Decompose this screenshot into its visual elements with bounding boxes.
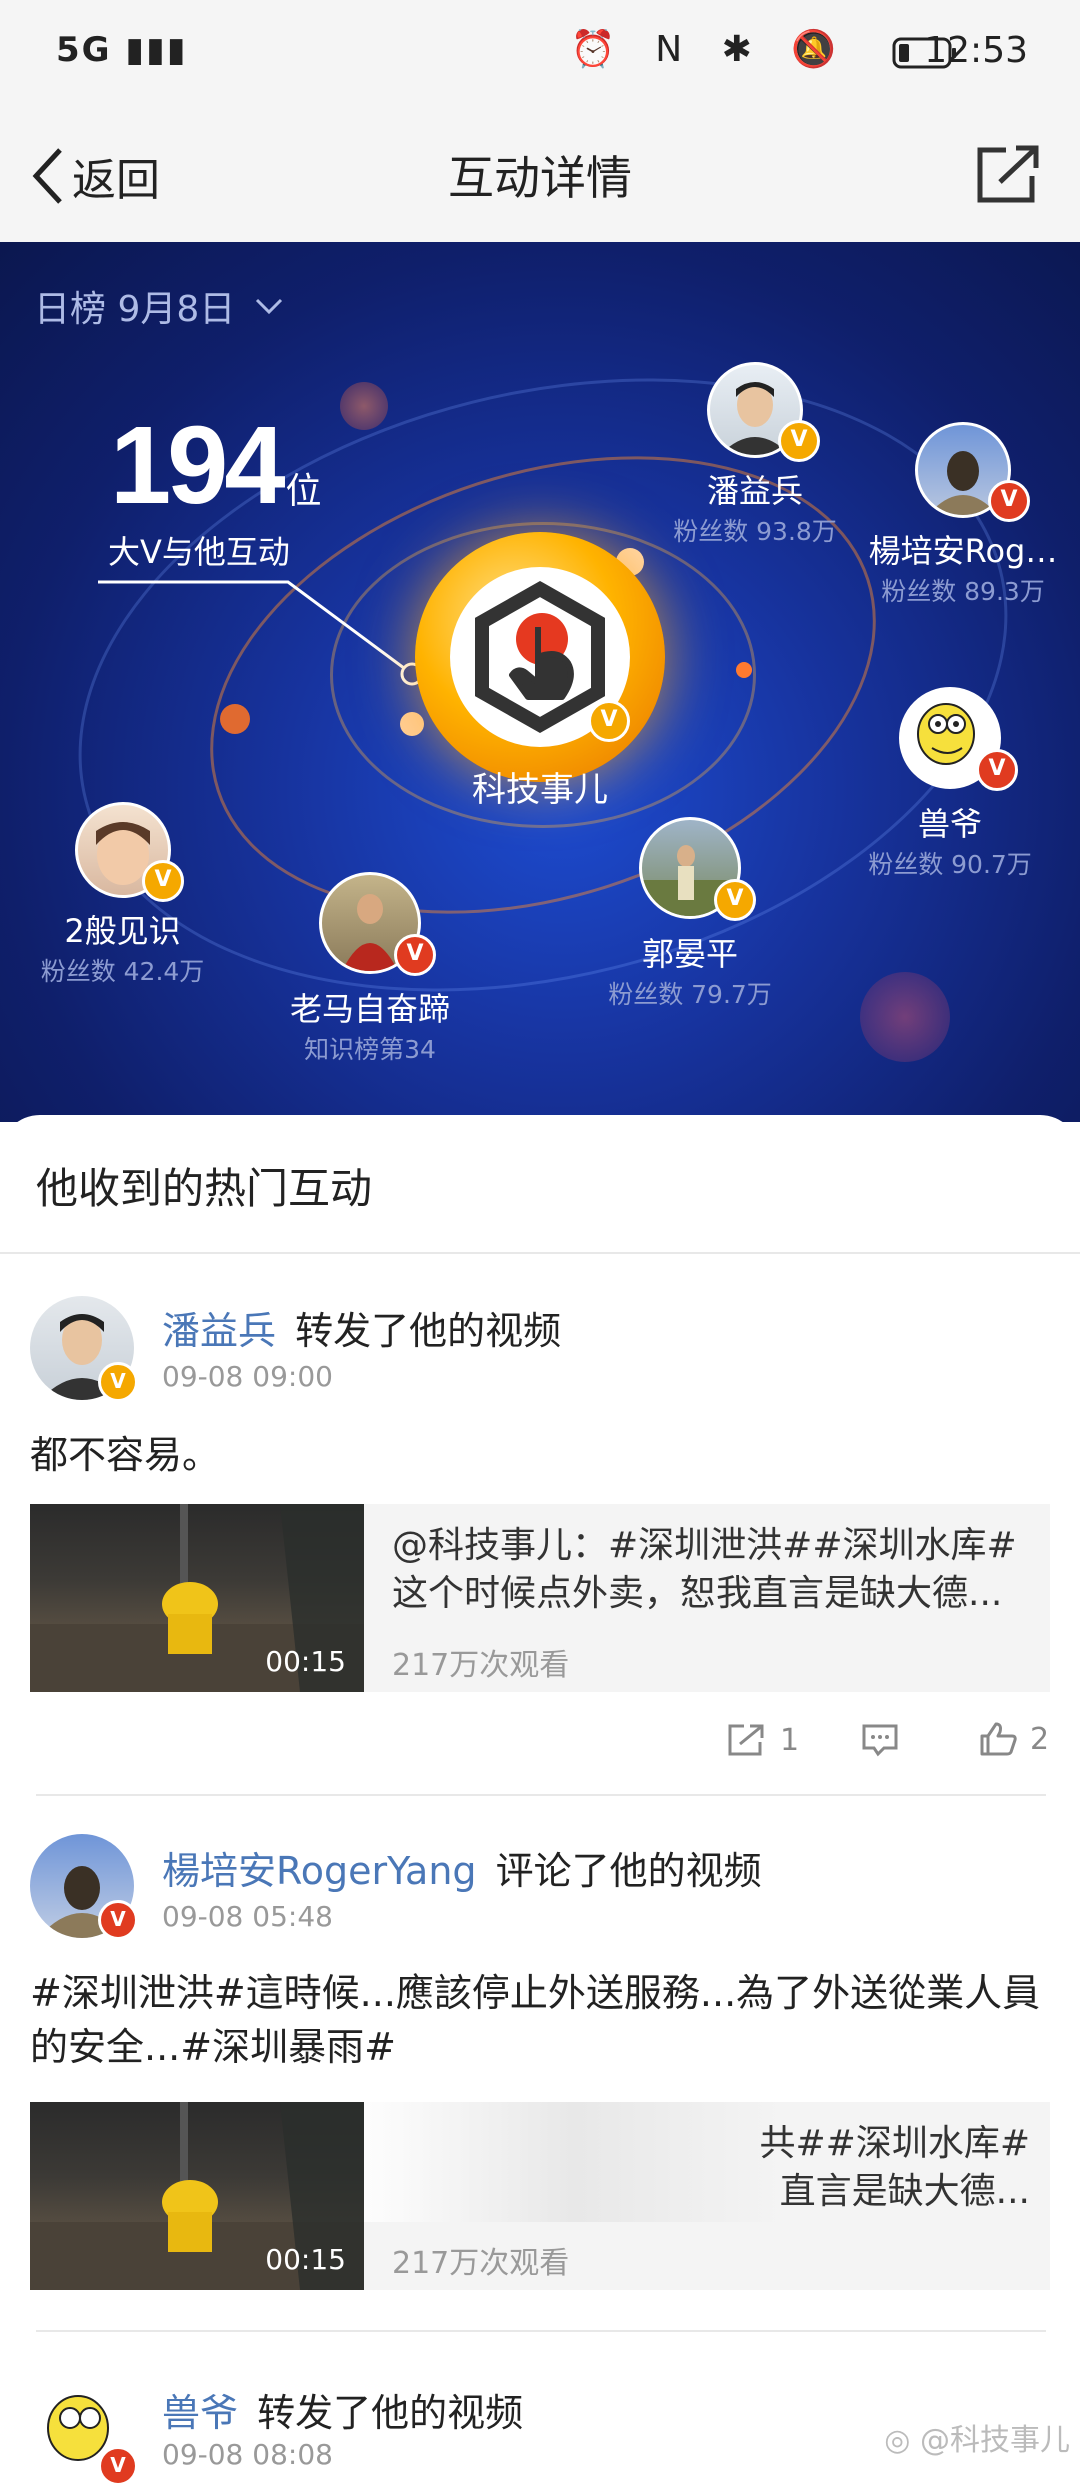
video-thumbnail: 00:15 (30, 2102, 364, 2290)
ranked-user-yangpeian[interactable]: V 楊培安Rog… 粉丝数 89.3万 (860, 422, 1066, 608)
feed-item-avatar[interactable]: V (30, 1834, 138, 1940)
feed-item-header: 兽爷 转发了他的视频 (162, 2382, 523, 2437)
interaction-count-caption: 大V与他互动 (108, 533, 290, 571)
chevron-down-icon (256, 298, 283, 315)
feed-user-name[interactable]: 兽爷 (162, 2391, 238, 2435)
ranked-user-fans: 粉丝数 79.7万 (608, 980, 772, 1009)
feed-item-avatar[interactable]: V (30, 1296, 138, 1402)
divider (36, 2330, 1046, 2332)
center-account-name: 科技事儿 (472, 770, 608, 810)
video-card[interactable]: 00:15 @科技事儿：#深圳泄洪##深圳水库#这个时候点外卖，恕我直言是缺大德… (30, 1504, 1050, 1692)
divider (36, 1794, 1046, 1796)
comment-button[interactable] (860, 1722, 900, 1758)
feed-text[interactable]: 都不容易。 (30, 1428, 1050, 1482)
ranked-user-fans: 粉丝数 42.4万 (40, 957, 205, 986)
verified-badge-icon: V (714, 879, 756, 921)
feed-action: 转发了他的视频 (295, 1309, 562, 1353)
share-button[interactable] (976, 144, 1042, 208)
feed-item-header: 潘益兵 转发了他的视频 (162, 1300, 561, 1355)
divider (0, 1252, 1080, 1254)
repost-button[interactable]: 1 (726, 1722, 799, 1758)
verified-badge-icon: V (778, 420, 820, 462)
share-icon (977, 145, 1039, 203)
ranked-user-2banjianshi[interactable]: V 2般见识 粉丝数 42.4万 (30, 802, 215, 988)
ranked-user-guoyanping[interactable]: V 郭晏平 粉丝数 79.7万 (590, 817, 790, 1011)
feed-user-name[interactable]: 楊培安RogerYang (162, 1849, 477, 1893)
planet-decor (340, 382, 388, 430)
like-count: 2 (1030, 1721, 1050, 1757)
verified-badge-icon: V (976, 749, 1018, 791)
planet-decor (736, 662, 752, 678)
video-card[interactable]: 00:15 共##深圳水库# 直言是缺大德... 217万次观看 (30, 2102, 1050, 2290)
weibo-logo-icon: ◎ (884, 2423, 911, 2458)
verified-badge-icon: V (98, 2446, 138, 2486)
ranked-user-shouye[interactable]: V 兽爷 粉丝数 90.7万 (860, 687, 1040, 881)
ranked-user-fans: 粉丝数 93.8万 (673, 517, 837, 546)
ranked-user-panyibing[interactable]: V 潘益兵 粉丝数 93.8万 (660, 362, 850, 548)
feed-time: 09-08 09:00 (162, 1360, 333, 1393)
verified-badge-icon: V (98, 1900, 138, 1940)
comment-icon (862, 1724, 898, 1757)
ranked-user-name: 兽爷 (917, 805, 982, 843)
video-views: 217万次观看 (392, 1648, 570, 1683)
clock: 12:53 (924, 30, 1028, 71)
planet-decor (400, 712, 424, 736)
feed-time: 09-08 05:48 (162, 1900, 333, 1933)
ranked-user-name: 郭晏平 (641, 935, 738, 973)
ranked-user-name: 潘益兵 (706, 472, 803, 510)
ranked-user-rank: 知识榜第34 (304, 1035, 436, 1064)
status-icons: ⏰ N ✱ 🔕 (570, 29, 850, 70)
video-duration: 00:15 (265, 1645, 346, 1678)
interaction-ranking-hero: 日榜 9月8日 194 位 大V与他互动 V 科技事儿 V 潘益兵 粉丝数 93.… (0, 242, 1080, 1122)
nav-bar: 返回 互动详情 (0, 110, 1080, 242)
planet-decor (220, 704, 250, 734)
pointer-line (98, 580, 424, 686)
feed-time: 09-08 08:08 (162, 2438, 333, 2471)
thumbs-up-icon (980, 1722, 1017, 1756)
watermark: ◎ @科技事儿 (884, 2415, 1070, 2459)
video-title: 共##深圳水库# 直言是缺大德... (759, 2123, 1031, 2212)
ranked-user-name: 楊培安Rog… (868, 532, 1058, 570)
signal-indicator: 5G ▮▮▮ (56, 30, 188, 70)
feed-user-name[interactable]: 潘益兵 (162, 1309, 276, 1353)
ranked-user-name: 老马自奋蹄 (289, 990, 450, 1028)
verified-badge-icon: V (588, 700, 630, 742)
repost-count: 1 (780, 1722, 800, 1758)
verified-badge-icon: V (98, 1362, 138, 1402)
feed-item-header: 楊培安RogerYang 评论了他的视频 (162, 1840, 762, 1895)
planet-decor (860, 972, 950, 1062)
verified-badge-icon: V (988, 480, 1030, 522)
ranked-user-fans: 粉丝数 89.3万 (881, 577, 1045, 606)
repost-icon (728, 1724, 764, 1756)
rank-date-label: 日榜 9月8日 (34, 289, 236, 330)
feed-action: 评论了他的视频 (495, 1849, 762, 1893)
like-button[interactable]: 2 (978, 1720, 1049, 1758)
status-bar: 5G ▮▮▮ ⏰ N ✱ 🔕 12:53 (0, 0, 1080, 110)
video-title: @科技事儿：#深圳泄洪##深圳水库#这个时候点外卖，恕我直言是缺大德... (392, 1525, 1017, 1614)
ranked-user-laoma[interactable]: V 老马自奋蹄 知识榜第34 (270, 872, 470, 1066)
section-title: 他收到的热门互动 (36, 1164, 373, 1213)
verified-badge-icon: V (394, 934, 436, 976)
feed-text[interactable]: #深圳泄洪#這時候...應該停止外送服務...為了外送從業人員的安全...#深圳… (30, 1966, 1050, 2074)
page-title: 互动详情 (448, 151, 632, 205)
feed-item-avatar[interactable]: V (30, 2380, 138, 2486)
ranked-user-name: 2般见识 (64, 912, 181, 950)
video-views: 217万次观看 (392, 2246, 570, 2281)
video-duration: 00:15 (265, 2243, 346, 2276)
verified-badge-icon: V (142, 860, 184, 902)
video-thumbnail: 00:15 (30, 1504, 364, 1692)
ranked-user-fans: 粉丝数 90.7万 (868, 850, 1032, 879)
interaction-count: 194 位 (110, 404, 322, 527)
feed-action: 转发了他的视频 (257, 2391, 524, 2435)
rank-date-selector[interactable]: 日榜 9月8日 (34, 280, 289, 332)
watermark-text: @科技事儿 (920, 2423, 1070, 2458)
